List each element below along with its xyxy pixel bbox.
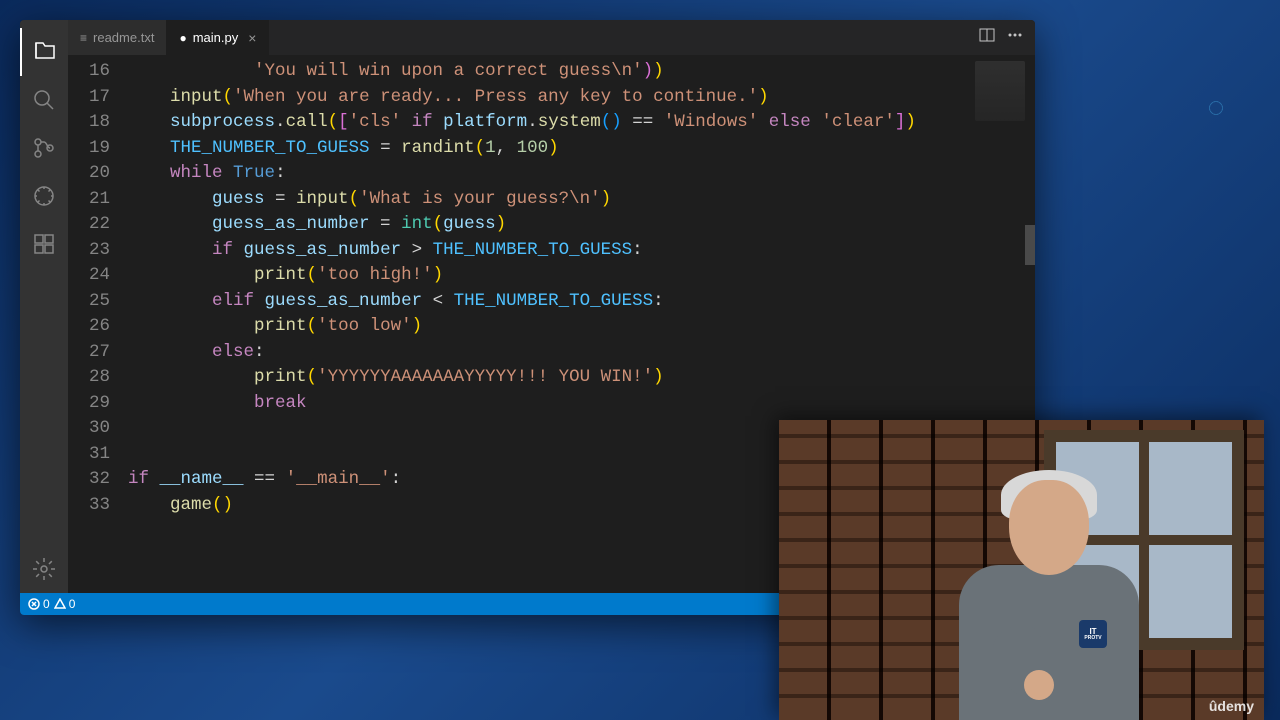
code-line[interactable]: print('too low'): [128, 314, 1035, 340]
code-line[interactable]: subprocess.call(['cls' if platform.syste…: [128, 110, 1035, 136]
udemy-watermark: ûdemy: [1209, 698, 1254, 714]
line-number: 25: [68, 289, 110, 315]
line-number: 22: [68, 212, 110, 238]
itprotv-logo-badge: IT PROTV: [1079, 620, 1107, 648]
code-line[interactable]: else:: [128, 340, 1035, 366]
line-number: 31: [68, 442, 110, 468]
line-number: 30: [68, 416, 110, 442]
code-line[interactable]: 'You will win upon a correct guess\n')): [128, 59, 1035, 85]
line-number: 20: [68, 161, 110, 187]
code-line[interactable]: print('YYYYYYAAAAAAAYYYYY!!! YOU WIN!'): [128, 365, 1035, 391]
activity-bar: [20, 20, 68, 593]
source-control-icon[interactable]: [20, 124, 68, 172]
code-line[interactable]: while True:: [128, 161, 1035, 187]
line-number: 21: [68, 187, 110, 213]
presenter-webcam: IT PROTV ûdemy: [779, 420, 1264, 720]
explorer-icon[interactable]: [20, 28, 68, 76]
line-number: 16: [68, 59, 110, 85]
line-number: 26: [68, 314, 110, 340]
tab-label: readme.txt: [93, 30, 154, 45]
line-number: 28: [68, 365, 110, 391]
tab-readme[interactable]: ≡ readme.txt: [68, 20, 167, 55]
line-number: 19: [68, 136, 110, 162]
code-line[interactable]: break: [128, 391, 1035, 417]
more-actions-icon[interactable]: [1007, 27, 1023, 48]
presenter-person: IT PROTV: [939, 460, 1159, 720]
code-line[interactable]: guess_as_number = int(guess): [128, 212, 1035, 238]
line-number: 24: [68, 263, 110, 289]
scrollbar-thumb[interactable]: [1025, 225, 1035, 265]
search-icon[interactable]: [20, 76, 68, 124]
code-line[interactable]: elif guess_as_number < THE_NUMBER_TO_GUE…: [128, 289, 1035, 315]
tab-label: main.py: [193, 30, 239, 45]
status-warnings[interactable]: 0: [54, 597, 76, 611]
line-number: 33: [68, 493, 110, 519]
line-number: 27: [68, 340, 110, 366]
tab-bar: ≡ readme.txt ● main.py ×: [68, 20, 1035, 55]
extensions-icon[interactable]: [20, 220, 68, 268]
code-line[interactable]: guess = input('What is your guess?\n'): [128, 187, 1035, 213]
debug-icon[interactable]: [20, 172, 68, 220]
line-number: 17: [68, 85, 110, 111]
line-number-gutter: 161718192021222324252627282930313233: [68, 55, 128, 593]
status-errors[interactable]: 0: [28, 597, 50, 611]
python-file-icon: ●: [179, 31, 186, 45]
code-line[interactable]: THE_NUMBER_TO_GUESS = randint(1, 100): [128, 136, 1035, 162]
tab-main-py[interactable]: ● main.py ×: [167, 20, 269, 55]
split-editor-icon[interactable]: [979, 27, 995, 48]
line-number: 32: [68, 467, 110, 493]
settings-gear-icon[interactable]: [20, 545, 68, 593]
code-line[interactable]: input('When you are ready... Press any k…: [128, 85, 1035, 111]
line-number: 29: [68, 391, 110, 417]
code-line[interactable]: if guess_as_number > THE_NUMBER_TO_GUESS…: [128, 238, 1035, 264]
line-number: 18: [68, 110, 110, 136]
code-line[interactable]: print('too high!'): [128, 263, 1035, 289]
close-icon[interactable]: ×: [248, 30, 256, 46]
line-number: 23: [68, 238, 110, 264]
file-icon: ≡: [80, 31, 87, 45]
minimap[interactable]: [975, 61, 1025, 121]
